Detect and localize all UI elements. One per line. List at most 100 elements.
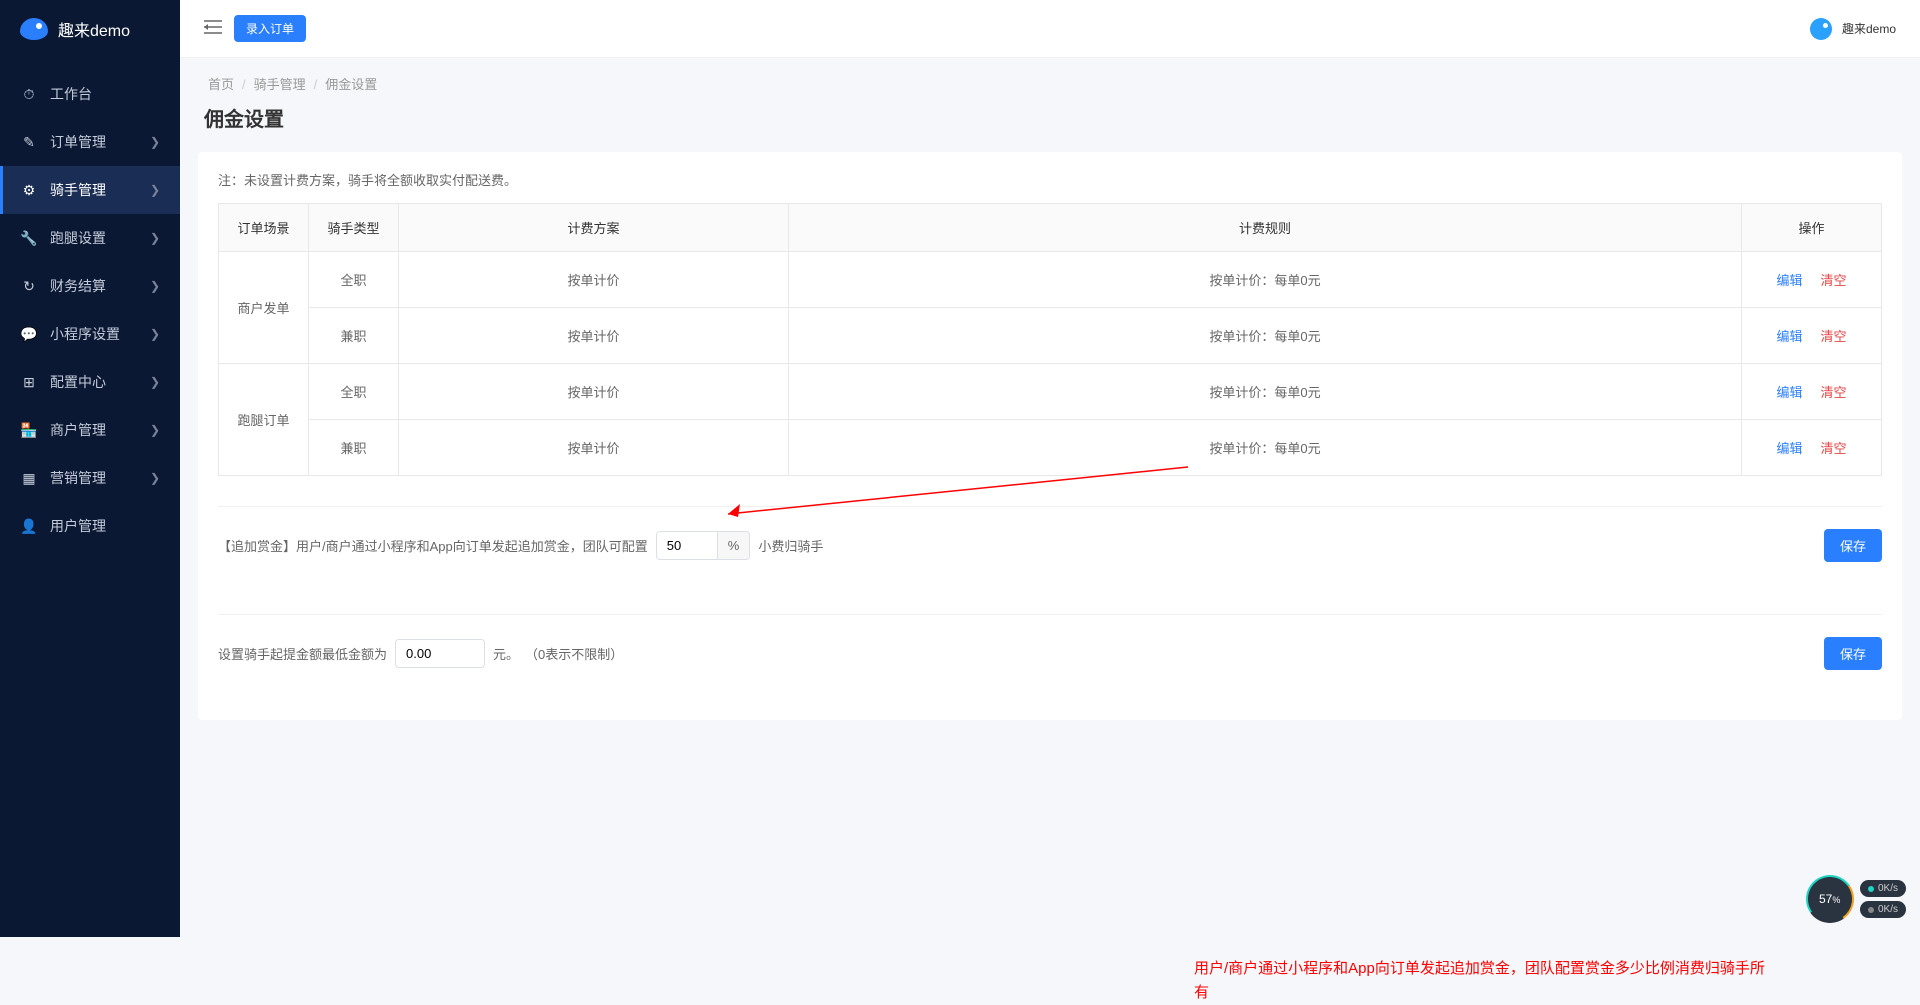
clear-link[interactable]: 清空 [1821, 329, 1847, 344]
table-row: 兼职按单计价按单计价：每单0元编辑清空 [219, 420, 1882, 476]
withdraw-hint: （0表示不限制） [525, 644, 623, 663]
nav-label: 营销管理 [50, 468, 150, 488]
bonus-save-button[interactable]: 保存 [1824, 529, 1882, 562]
sidebar-item-5[interactable]: 💬 小程序设置❯ [0, 310, 180, 358]
sidebar-item-0[interactable]: ⏱工作台 [0, 70, 180, 118]
withdraw-unit: 元。 [493, 644, 519, 663]
perf-circle-icon: 57% [1802, 871, 1858, 927]
chevron-right-icon: ❯ [150, 375, 160, 389]
cell-actions: 编辑 清空 [1742, 308, 1882, 364]
sidebar-item-2[interactable]: ⚙骑手管理❯ [0, 166, 180, 214]
brand-name: 趣来demo [58, 17, 130, 41]
header: 录入订单 趣来demo [180, 0, 1920, 58]
chevron-right-icon: ❯ [150, 327, 160, 341]
user-menu[interactable]: 趣来demo [1810, 18, 1896, 40]
th-type: 骑手类型 [309, 204, 399, 252]
clear-link[interactable]: 清空 [1821, 441, 1847, 456]
cell-plan: 按单计价 [399, 252, 789, 308]
sidebar-item-4[interactable]: ↻ 财务结算❯ [0, 262, 180, 310]
sidebar-item-1[interactable]: ✎订单管理❯ [0, 118, 180, 166]
nav-icon: ▦ [20, 470, 38, 487]
annotation-text: 用户/商户通过小程序和App向订单发起追加赏金，团队配置赏金多少比例消费归骑手所… [1194, 957, 1774, 1005]
nav-label: 小程序设置 [50, 324, 150, 344]
table-row: 商户发单全职按单计价按单计价：每单0元编辑清空 [219, 252, 1882, 308]
th-rule: 计费规则 [789, 204, 1742, 252]
bonus-setting-row: 【追加赏金】用户/商户通过小程序和App向订单发起追加赏金，团队可配置 % 小费… [218, 507, 1882, 584]
cell-rule: 按单计价：每单0元 [789, 420, 1742, 476]
cell-type: 全职 [309, 252, 399, 308]
edit-link[interactable]: 编辑 [1776, 441, 1802, 456]
sidebar: 趣来demo ⏱工作台✎订单管理❯⚙骑手管理❯🔧跑腿设置❯↻财务结算❯💬小程序设… [0, 0, 180, 937]
cell-type: 兼职 [309, 308, 399, 364]
clear-link[interactable]: 清空 [1821, 385, 1847, 400]
collapse-icon[interactable] [204, 20, 222, 37]
edit-link[interactable]: 编辑 [1776, 273, 1802, 288]
nav-label: 订单管理 [50, 132, 150, 152]
cell-type: 兼职 [309, 420, 399, 476]
perf-bar-down: 0K/s [1860, 901, 1906, 918]
logo[interactable]: 趣来demo [0, 0, 180, 58]
withdraw-save-button[interactable]: 保存 [1824, 637, 1882, 670]
nav-icon: ✎ [20, 134, 38, 151]
cell-actions: 编辑 清空 [1742, 364, 1882, 420]
chevron-right-icon: ❯ [150, 231, 160, 245]
enter-order-button[interactable]: 录入订单 [234, 15, 306, 42]
sidebar-item-6[interactable]: ⊞配置中心❯ [0, 358, 180, 406]
edit-link[interactable]: 编辑 [1776, 385, 1802, 400]
nav-label: 骑手管理 [50, 180, 150, 200]
table-row: 跑腿订单全职按单计价按单计价：每单0元编辑清空 [219, 364, 1882, 420]
cell-rule: 按单计价：每单0元 [789, 308, 1742, 364]
withdraw-label-prefix: 设置骑手起提金额最低金额为 [218, 644, 387, 663]
chevron-right-icon: ❯ [150, 279, 160, 293]
withdraw-setting-row: 设置骑手起提金额最低金额为 元。 （0表示不限制） 保存 [218, 615, 1882, 692]
logo-icon [20, 18, 48, 40]
cell-plan: 按单计价 [399, 364, 789, 420]
breadcrumb-item[interactable]: 骑手管理 [254, 77, 306, 92]
cell-rule: 按单计价：每单0元 [789, 364, 1742, 420]
sidebar-item-8[interactable]: ▦ 营销管理❯ [0, 454, 180, 502]
th-plan: 计费方案 [399, 204, 789, 252]
nav-icon: 🔧 [20, 230, 38, 247]
breadcrumb-item[interactable]: 首页 [208, 77, 234, 92]
th-scene: 订单场景 [219, 204, 309, 252]
avatar-icon [1810, 18, 1832, 40]
sidebar-item-9[interactable]: 👤 用户管理 [0, 502, 180, 550]
cell-actions: 编辑 清空 [1742, 252, 1882, 308]
nav-label: 工作台 [50, 84, 160, 104]
cell-actions: 编辑 清空 [1742, 420, 1882, 476]
bonus-label-prefix: 【追加赏金】用户/商户通过小程序和App向订单发起追加赏金，团队可配置 [218, 536, 648, 555]
nav-label: 财务结算 [50, 276, 150, 296]
table-row: 兼职按单计价按单计价：每单0元 编辑 清空 [219, 308, 1882, 364]
nav-icon: 🏪 [20, 422, 38, 439]
chevron-right-icon: ❯ [150, 471, 160, 485]
note-text: 注：未设置计费方案，骑手将全额收取实付配送费。 [218, 170, 1882, 189]
withdraw-amount-input[interactable] [395, 639, 485, 668]
page-head: 首页/骑手管理/佣金设置 佣金设置 [180, 58, 1920, 152]
content-card: 注：未设置计费方案，骑手将全额收取实付配送费。 订单场景 骑手类型 计费方案 计… [198, 152, 1902, 720]
perf-widget[interactable]: 57% 0K/s 0K/s [1806, 875, 1906, 923]
nav-icon: ↻ [20, 278, 38, 295]
nav-label: 商户管理 [50, 420, 150, 440]
bonus-percent-input[interactable] [657, 532, 717, 559]
nav-icon: ⊞ [20, 374, 38, 391]
clear-link[interactable]: 清空 [1821, 273, 1847, 288]
edit-link[interactable]: 编辑 [1776, 329, 1802, 344]
th-op: 操作 [1742, 204, 1882, 252]
nav-icon: 💬 [20, 326, 38, 343]
cell-type: 全职 [309, 364, 399, 420]
cell-scene: 商户发单 [219, 252, 309, 364]
cell-rule: 按单计价：每单0元 [789, 252, 1742, 308]
sidebar-item-3[interactable]: 🔧跑腿设置❯ [0, 214, 180, 262]
page-title: 佣金设置 [204, 103, 1896, 132]
breadcrumb: 首页/骑手管理/佣金设置 [204, 74, 1896, 93]
bonus-percent-suffix: % [717, 532, 750, 559]
sidebar-item-7[interactable]: 🏪 商户管理❯ [0, 406, 180, 454]
chevron-right-icon: ❯ [150, 183, 160, 197]
breadcrumb-item: 佣金设置 [325, 77, 377, 92]
nav-icon: 👤 [20, 518, 38, 535]
nav-label: 用户管理 [50, 516, 160, 536]
cell-plan: 按单计价 [399, 308, 789, 364]
username-label: 趣来demo [1842, 20, 1896, 37]
nav-list: ⏱工作台✎订单管理❯⚙骑手管理❯🔧跑腿设置❯↻财务结算❯💬小程序设置❯⊞配置中心… [0, 58, 180, 550]
chevron-right-icon: ❯ [150, 423, 160, 437]
